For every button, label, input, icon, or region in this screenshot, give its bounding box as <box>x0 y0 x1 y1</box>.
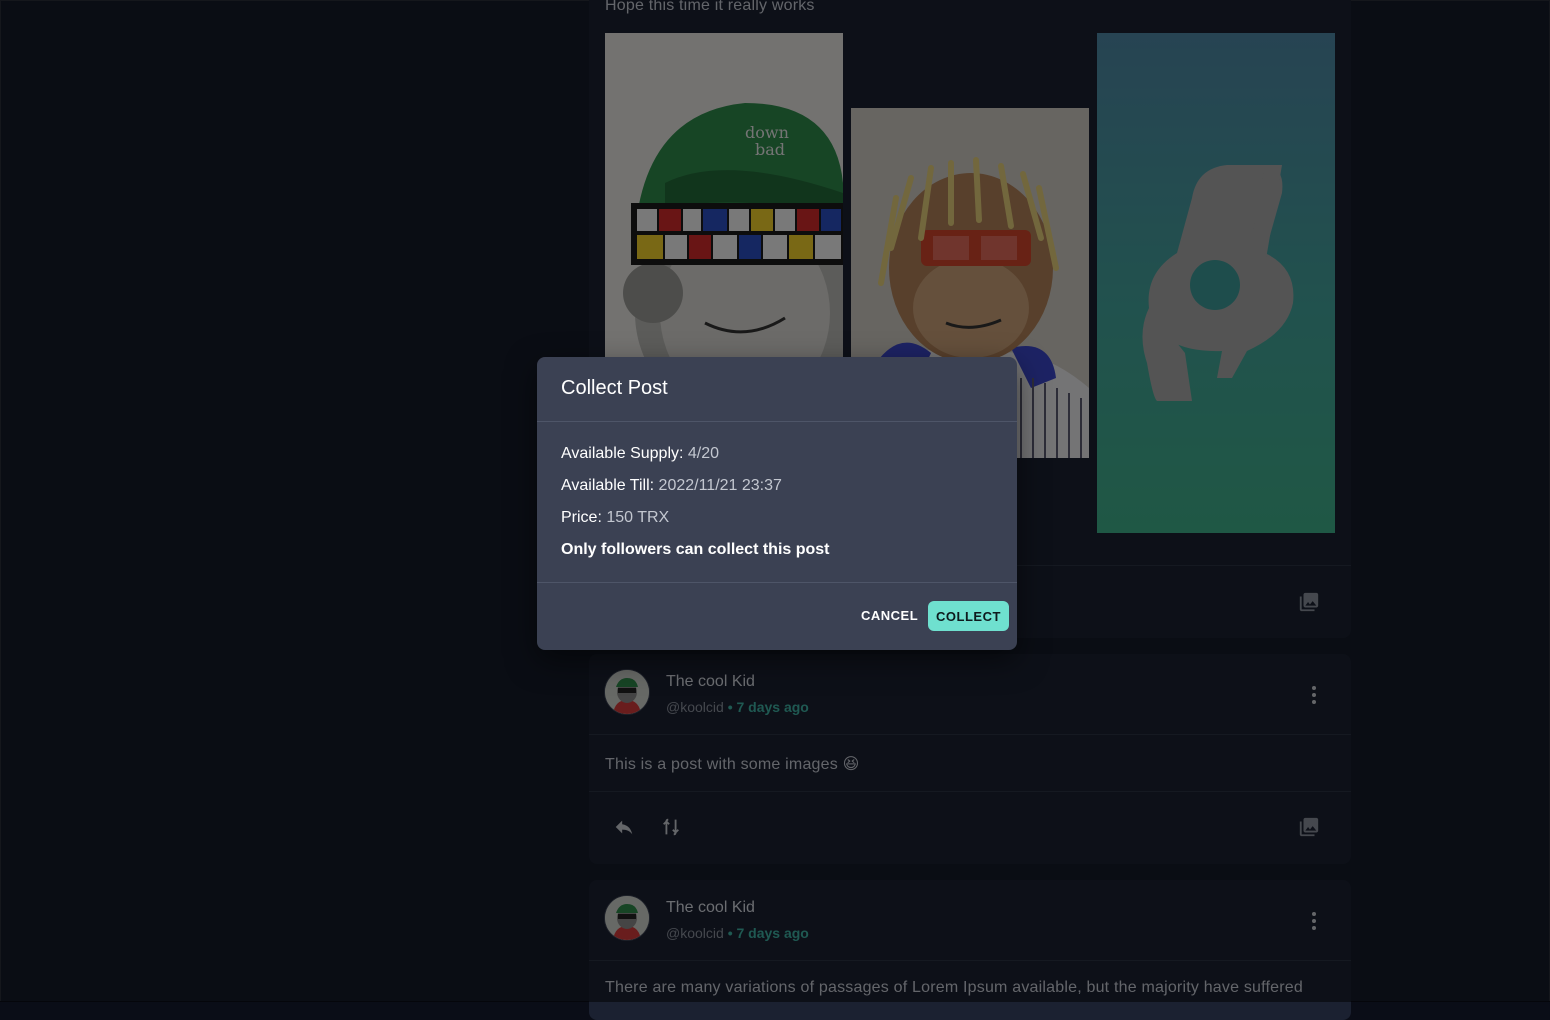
available-till-label: Available Till: <box>561 477 655 494</box>
followers-only-notice: Only followers can collect this post <box>561 541 830 558</box>
dialog-divider <box>537 421 1017 422</box>
collect-button[interactable]: COLLECT <box>928 601 1009 631</box>
available-till-row: Available Till: 2022/11/21 23:37 <box>561 477 782 495</box>
available-till-value: 2022/11/21 23:37 <box>658 477 782 494</box>
dialog-title: Collect Post <box>561 377 668 399</box>
price-label: Price: <box>561 509 602 526</box>
price-value: 150 TRX <box>606 509 670 526</box>
available-supply-value: 4/20 <box>687 445 720 462</box>
price-row: Price: 150 TRX <box>561 509 669 527</box>
cancel-button[interactable]: CANCEL <box>853 601 926 631</box>
available-supply-label: Available Supply: <box>561 445 684 462</box>
available-supply-row: Available Supply: 4/20 <box>561 445 719 463</box>
dialog-divider <box>537 582 1017 583</box>
collect-post-dialog: Collect Post Available Supply: 4/20 Avai… <box>537 357 1017 650</box>
